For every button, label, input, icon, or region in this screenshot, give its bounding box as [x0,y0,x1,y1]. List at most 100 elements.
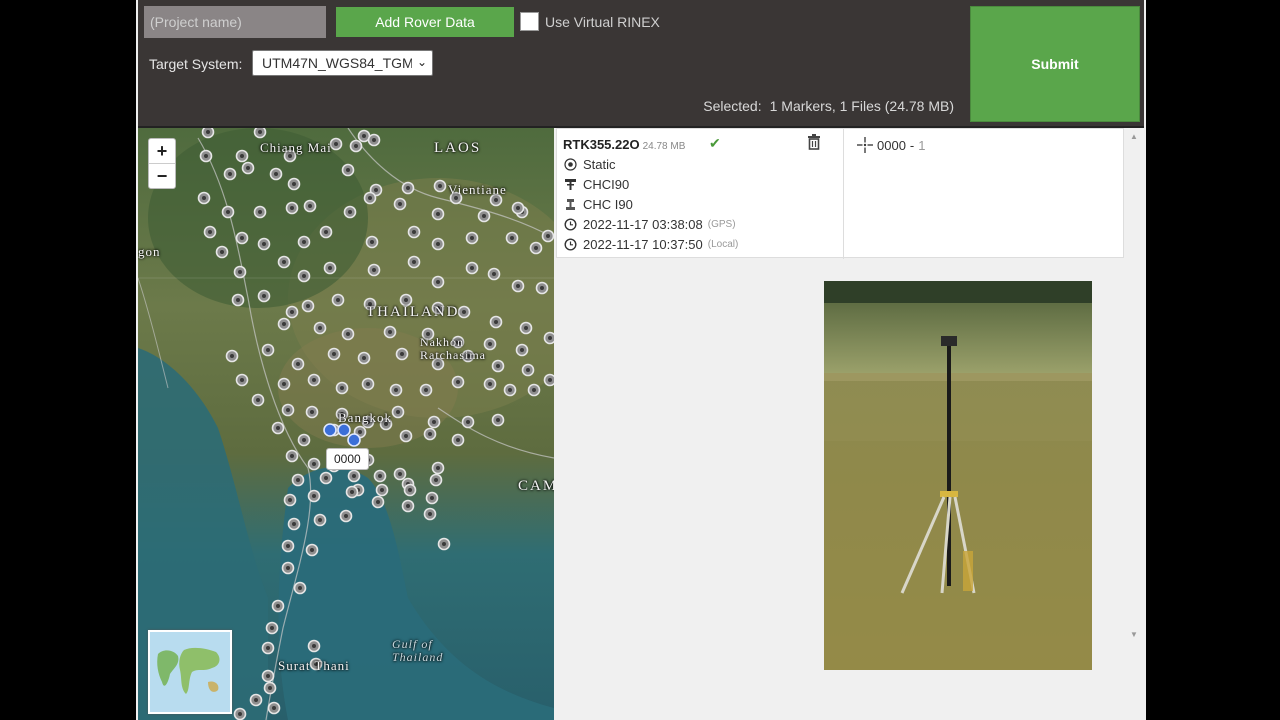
local-time-tag: (Local) [707,239,739,250]
station-marker-dot [428,432,432,436]
station-marker-dot [286,408,290,412]
station-marker-dot [378,474,382,478]
station-marker-dot [424,388,428,392]
station-marker-dot [456,380,460,384]
station-marker-dot [298,586,302,590]
station-marker-dot [296,362,300,366]
station-marker-dot [438,184,442,188]
virtual-rinex-label: Use Virtual RINEX [545,13,660,30]
zoom-in-button[interactable]: + [149,139,175,163]
station-marker-dot [302,240,306,244]
station-marker-dot [406,186,410,190]
station-marker-dot [358,430,362,434]
map-label-thailand: THAILAND [366,304,460,320]
station-marker-dot [396,410,400,414]
zoom-out-button[interactable]: − [149,163,175,188]
overview-minimap[interactable] [148,630,232,714]
selected-marker[interactable] [323,423,337,437]
station-marker-dot [258,210,262,214]
station-marker-dot [516,284,520,288]
station-marker-dot [496,418,500,422]
panel-scrollbar[interactable]: ▲ ▼ [1126,128,1142,648]
station-marker-dot [412,230,416,234]
station-marker-dot [318,326,322,330]
target-system-label: Target System: [149,56,243,72]
marker-entry[interactable]: 0000 - 1 [857,137,926,153]
station-marker-dot [346,168,350,172]
station-marker-dot [290,310,294,314]
station-marker-dot [302,274,306,278]
map-label-laos: LAOS [434,140,482,156]
station-marker-dot [238,712,242,716]
station-marker-dot [494,198,498,202]
station-marker-dot [310,410,314,414]
station-marker-dot [376,500,380,504]
station-marker-dot [436,362,440,366]
station-marker-dot [348,210,352,214]
scroll-up-icon[interactable]: ▲ [1130,132,1138,141]
station-marker-dot [406,504,410,508]
station-marker-dot [340,386,344,390]
map-label-cambodia: CAM [518,478,554,494]
station-marker-dot [442,542,446,546]
station-marker-dot [328,266,332,270]
antenna-row: CHCI90 [563,177,629,192]
scroll-down-icon[interactable]: ▼ [1130,630,1138,639]
station-marker-dot [470,236,474,240]
station-marker-dot [266,674,270,678]
station-marker-dot [388,330,392,334]
map-view[interactable]: + − Chiang Mai LAOS Vientiane gon THAILA… [138,128,554,720]
marker-count: 1 [918,137,926,153]
station-marker-dot [208,230,212,234]
station-marker-dot [334,142,338,146]
submit-button[interactable]: Submit [970,6,1140,122]
station-marker-dot [400,352,404,356]
add-rover-data-button[interactable]: Add Rover Data [336,7,514,37]
station-marker-dot [312,462,316,466]
station-marker-dot [276,604,280,608]
target-system-select[interactable]: UTM47N_WGS84_TGM ⌄ [252,50,433,76]
station-marker-dot [202,196,206,200]
trash-icon[interactable] [807,134,821,150]
receiver-icon [563,198,577,212]
station-marker-dot [288,498,292,502]
station-marker-dot [494,320,498,324]
station-marker-dot [436,280,440,284]
station-marker-dot [362,356,366,360]
map-label-gulf: Gulf of Thailand [392,637,444,664]
station-marker-dot [286,566,290,570]
target-circle-icon [563,158,577,172]
station-marker-dot [372,268,376,272]
site-photo [824,281,1092,670]
mode-value: Static [583,157,616,172]
station-marker-dot [266,646,270,650]
virtual-rinex-checkbox[interactable] [520,12,539,31]
station-marker-dot [404,434,408,438]
station-marker-dot [434,478,438,482]
station-marker-dot [370,240,374,244]
selected-marker[interactable] [347,433,361,447]
station-marker-dot [292,182,296,186]
station-marker-dot [398,472,402,476]
project-name-input[interactable] [144,6,326,38]
station-marker-dot [274,172,278,176]
file-size: 24.78 MB [642,141,686,152]
station-marker-dot [492,272,496,276]
station-marker-dot [354,144,358,148]
target-system-value: UTM47N_WGS84_TGM [262,55,412,71]
station-marker-dot [350,490,354,494]
antenna-value: CHCI90 [583,177,630,192]
station-marker-dot [220,250,224,254]
station-marker-dot [488,382,492,386]
selected-value: 1 Markers, 1 Files (24.78 MB) [769,98,954,114]
station-marker-dot [206,130,210,134]
local-time-row: 2022-11-17 10:37:50 (Local) [563,237,738,252]
station-marker-dot [352,474,356,478]
station-marker-dot [290,206,294,210]
file-info: RTK355.22O 24.78 MB ✔ Static CHCI90 CHC … [557,129,844,259]
map-label-yangon: gon [138,244,161,259]
station-marker-dot [436,466,440,470]
station-marker-dot [520,348,524,352]
virtual-rinex-toggle[interactable]: Use Virtual RINEX [520,12,660,31]
station-marker-dot [228,172,232,176]
